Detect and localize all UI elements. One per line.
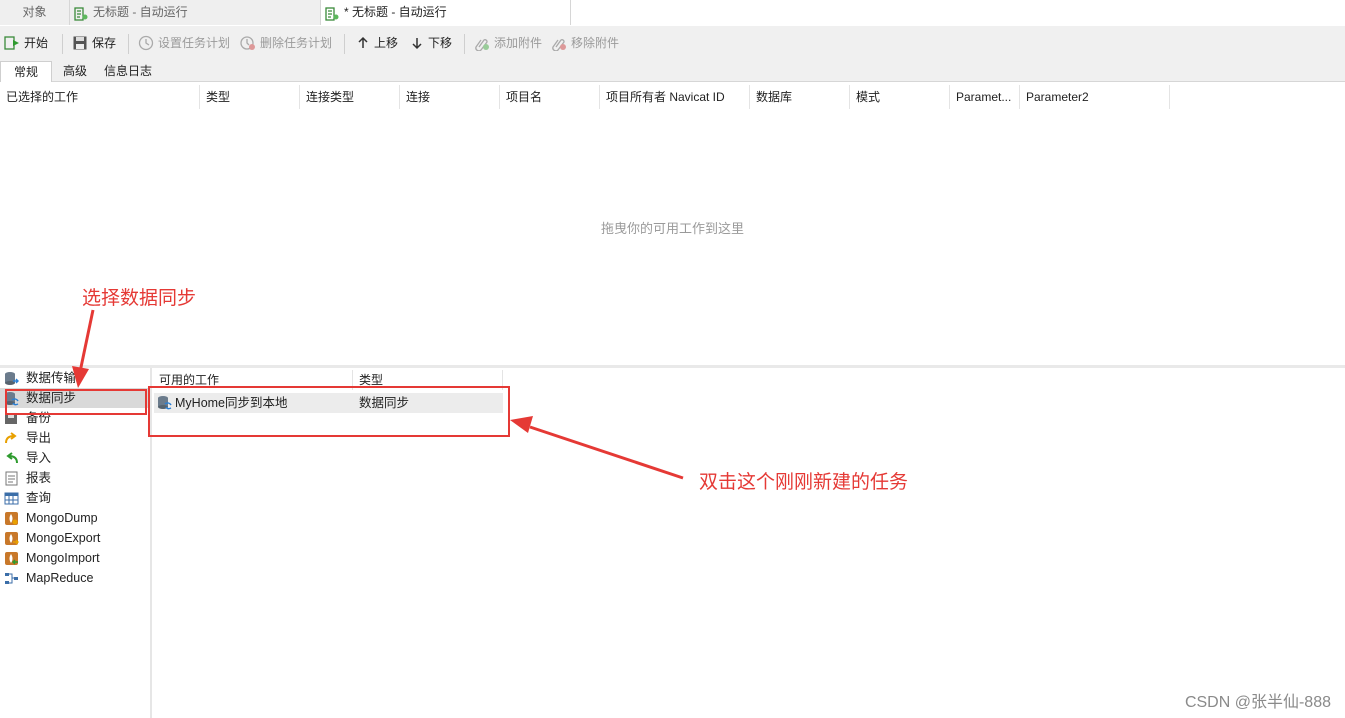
watermark: CSDN @张半仙-888 xyxy=(1184,694,1331,711)
arrow-to-data-sync xyxy=(72,309,95,388)
annotation-arrows xyxy=(72,309,684,480)
arrow-to-job xyxy=(510,416,684,480)
